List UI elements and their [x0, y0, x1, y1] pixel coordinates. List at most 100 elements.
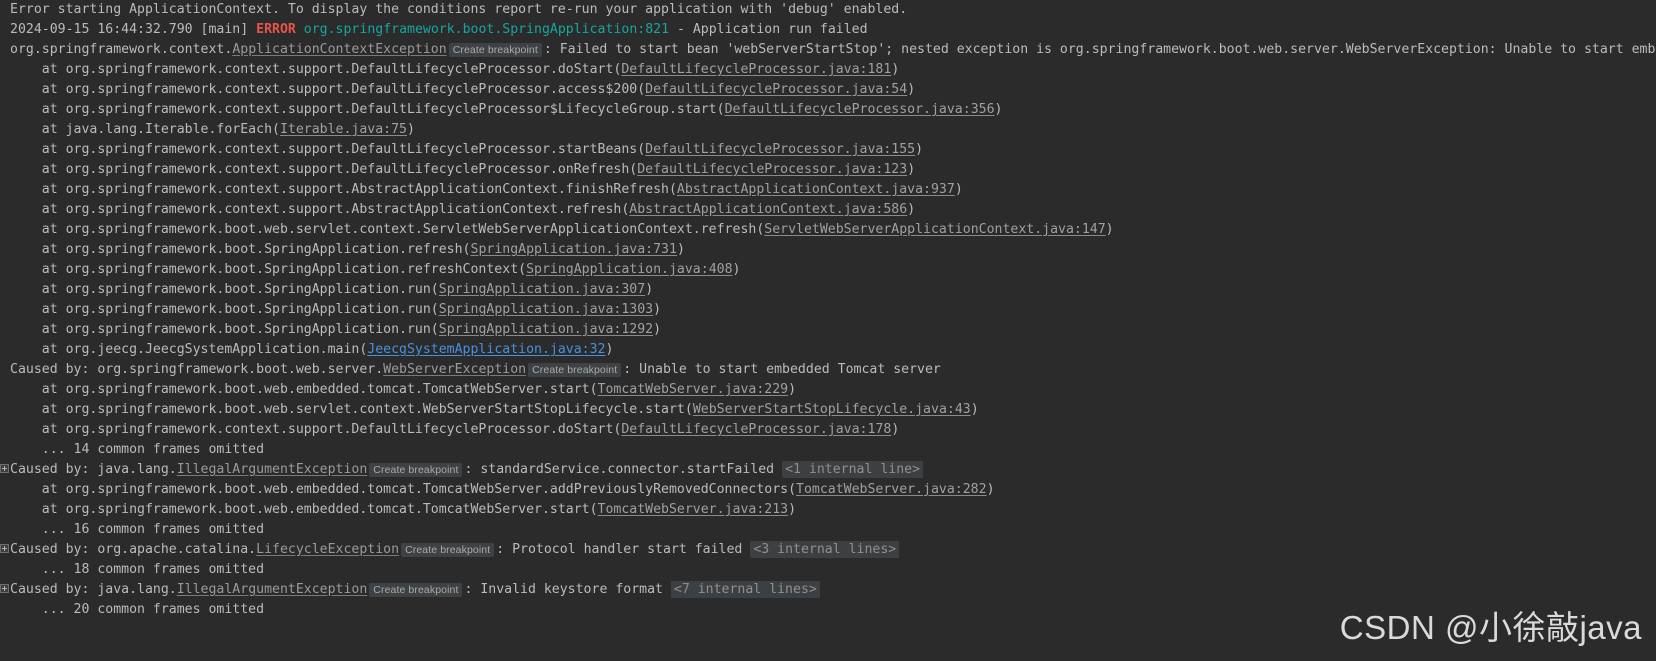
- console-text: ): [1105, 222, 1114, 237]
- console-text: : standardService.connector.startFailed: [464, 462, 783, 477]
- console-line: Error starting ApplicationContext. To di…: [0, 0, 1656, 20]
- console-line: at org.springframework.boot.SpringApplic…: [0, 240, 1656, 260]
- gutter-spacer: [0, 44, 9, 53]
- console-line: at org.springframework.boot.web.servlet.…: [0, 220, 1656, 240]
- console-text: ): [907, 202, 916, 217]
- console-text: ... 14 common frames omitted: [10, 442, 265, 457]
- stack-frame-link[interactable]: ServletWebServerApplicationContext.java:…: [764, 222, 1105, 237]
- stack-frame-link[interactable]: SpringApplication.java:731: [471, 242, 677, 257]
- folded-lines-badge[interactable]: <3 internal lines>: [750, 541, 900, 558]
- console-text: ): [970, 402, 979, 417]
- stack-frame-link[interactable]: Iterable.java:75: [280, 122, 407, 137]
- gutter-spacer: [0, 364, 9, 373]
- gutter-spacer: [0, 184, 9, 193]
- console-text: at org.springframework.context.support.D…: [10, 82, 646, 97]
- console-line: at org.springframework.context.support.D…: [0, 60, 1656, 80]
- console-line: at org.springframework.boot.web.servlet.…: [0, 400, 1656, 420]
- create-breakpoint-badge[interactable]: Create breakpoint: [448, 43, 542, 57]
- expand-fold-plus-icon[interactable]: [0, 583, 9, 593]
- console-text: at org.springframework.boot.SpringApplic…: [10, 302, 439, 317]
- exception-class-link[interactable]: ApplicationContextException: [232, 42, 446, 57]
- folded-lines-badge[interactable]: <7 internal lines>: [670, 581, 820, 598]
- console-line: at org.springframework.boot.SpringApplic…: [0, 300, 1656, 320]
- console-line: Caused by: java.lang.IllegalArgumentExce…: [0, 580, 1656, 600]
- gutter-spacer: [0, 504, 9, 513]
- console-text: org.springframework.context.: [10, 42, 233, 57]
- expand-fold-plus-icon[interactable]: [0, 543, 9, 553]
- stack-frame-link[interactable]: WebServerStartStopLifecycle.java:43: [693, 402, 971, 417]
- stack-frame-link[interactable]: AbstractApplicationContext.java:586: [629, 202, 907, 217]
- console-text: at org.springframework.context.support.D…: [10, 62, 622, 77]
- console-text: ): [907, 162, 916, 177]
- console-text: at org.springframework.boot.web.servlet.…: [10, 402, 693, 417]
- exception-class-link[interactable]: IllegalArgumentException: [177, 582, 368, 597]
- console-text: at java.lang.Iterable.forEach(: [10, 122, 280, 137]
- console-line: org.springframework.context.ApplicationC…: [0, 40, 1656, 60]
- console-text: at org.springframework.boot.web.servlet.…: [10, 222, 765, 237]
- console-text: ): [954, 182, 963, 197]
- stack-frame-link[interactable]: DefaultLifecycleProcessor.java:178: [621, 422, 891, 437]
- stack-frame-link[interactable]: DefaultLifecycleProcessor.java:356: [725, 102, 995, 117]
- gutter-spacer: [0, 124, 9, 133]
- stack-frame-link[interactable]: SpringApplication.java:307: [439, 282, 645, 297]
- exception-class-link[interactable]: WebServerException: [383, 362, 526, 377]
- console-text: : Unable to start embedded Tomcat server: [623, 362, 941, 377]
- console-line: at org.springframework.boot.SpringApplic…: [0, 260, 1656, 280]
- console-text: at org.springframework.boot.SpringApplic…: [10, 322, 439, 337]
- gutter-spacer: [0, 324, 9, 333]
- console-text: Caused by: org.apache.catalina.: [10, 542, 257, 557]
- gutter-spacer: [0, 484, 9, 493]
- console-line: Caused by: org.springframework.boot.web.…: [0, 360, 1656, 380]
- gutter-spacer: [0, 604, 9, 613]
- create-breakpoint-badge[interactable]: Create breakpoint: [369, 583, 463, 597]
- console-line: at org.springframework.context.support.D…: [0, 420, 1656, 440]
- gutter-spacer: [0, 4, 9, 13]
- gutter-spacer: [0, 284, 9, 293]
- console-text: ): [915, 142, 924, 157]
- stack-frame-link-active[interactable]: JeecgSystemApplication.java:32: [367, 342, 605, 357]
- console-text: at org.springframework.context.support.A…: [10, 182, 677, 197]
- exception-class-link[interactable]: LifecycleException: [256, 542, 399, 557]
- console-line: at java.lang.Iterable.forEach(Iterable.j…: [0, 120, 1656, 140]
- stack-frame-link[interactable]: TomcatWebServer.java:282: [796, 482, 987, 497]
- console-line: Caused by: org.apache.catalina.Lifecycle…: [0, 540, 1656, 560]
- create-breakpoint-badge[interactable]: Create breakpoint: [528, 363, 622, 377]
- console-text: at org.springframework.boot.SpringApplic…: [10, 262, 527, 277]
- gutter-spacer: [0, 384, 9, 393]
- console-line: at org.springframework.boot.web.embedded…: [0, 480, 1656, 500]
- console-text: ): [732, 262, 741, 277]
- expand-fold-plus-icon[interactable]: [0, 463, 9, 473]
- console-output-panel[interactable]: Error starting ApplicationContext. To di…: [0, 0, 1656, 661]
- stack-frame-link[interactable]: DefaultLifecycleProcessor.java:181: [621, 62, 891, 77]
- console-text: 2024-09-15 16:44:32.790 [main]: [10, 22, 257, 37]
- stack-frame-link[interactable]: TomcatWebServer.java:229: [598, 382, 789, 397]
- console-text: at org.springframework.context.support.D…: [10, 162, 638, 177]
- stack-frame-link[interactable]: SpringApplication.java:1292: [439, 322, 653, 337]
- create-breakpoint-badge[interactable]: Create breakpoint: [401, 543, 495, 557]
- stack-frame-link[interactable]: AbstractApplicationContext.java:937: [677, 182, 955, 197]
- stack-frame-link[interactable]: SpringApplication.java:408: [526, 262, 732, 277]
- console-line: at org.springframework.boot.SpringApplic…: [0, 320, 1656, 340]
- gutter-spacer: [0, 304, 9, 313]
- folded-lines-badge[interactable]: <1 internal line>: [782, 461, 924, 478]
- gutter-spacer: [0, 204, 9, 213]
- exception-class-link[interactable]: IllegalArgumentException: [177, 462, 368, 477]
- console-text: Caused by: org.springframework.boot.web.…: [10, 362, 384, 377]
- gutter-spacer: [0, 564, 9, 573]
- gutter-spacer: [0, 244, 9, 253]
- console-line: at org.springframework.context.support.A…: [0, 200, 1656, 220]
- console-text: at org.springframework.context.support.A…: [10, 202, 630, 217]
- gutter-spacer: [0, 64, 9, 73]
- console-text: ): [407, 122, 415, 137]
- create-breakpoint-badge[interactable]: Create breakpoint: [369, 463, 463, 477]
- console-text: Caused by: java.lang.: [10, 582, 177, 597]
- stack-frame-link[interactable]: SpringApplication.java:1303: [439, 302, 653, 317]
- stack-frame-link[interactable]: DefaultLifecycleProcessor.java:123: [637, 162, 907, 177]
- console-text: - Application run failed: [669, 22, 868, 37]
- console-line: at org.springframework.context.support.D…: [0, 160, 1656, 180]
- stack-frame-link[interactable]: DefaultLifecycleProcessor.java:155: [645, 142, 915, 157]
- console-text: : Invalid keystore format: [464, 582, 671, 597]
- stack-frame-link[interactable]: TomcatWebServer.java:213: [598, 502, 789, 517]
- console-text: at org.jeecg.JeecgSystemApplication.main…: [10, 342, 368, 357]
- stack-frame-link[interactable]: DefaultLifecycleProcessor.java:54: [645, 82, 907, 97]
